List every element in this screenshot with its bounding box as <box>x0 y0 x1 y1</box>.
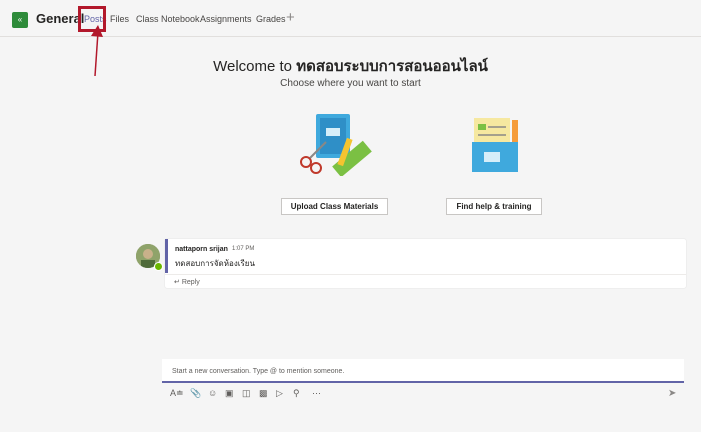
team-badge[interactable]: « <box>12 12 28 28</box>
attach-icon[interactable]: 📎 <box>190 388 201 399</box>
tab-assignments[interactable]: Assignments <box>200 14 252 24</box>
more-options-icon[interactable]: ⋯ <box>312 388 321 399</box>
post-author[interactable]: nattaporn srijan <box>175 246 228 253</box>
reply-label: Reply <box>181 279 200 286</box>
folder-documents-illustration <box>472 118 518 172</box>
notebook-scissors-illustration <box>300 114 372 176</box>
post-divider <box>165 274 686 275</box>
meet-now-icon[interactable]: ▩ <box>259 388 268 399</box>
team-name: ทดสอบระบบการสอนออนไลน์ <box>296 58 488 75</box>
praise-icon[interactable]: ⚲ <box>293 388 300 399</box>
find-help-training-button[interactable]: Find help & training <box>446 198 542 215</box>
tab-grades[interactable]: Grades <box>256 14 286 24</box>
presence-available-icon <box>154 262 163 271</box>
emoji-icon[interactable]: ☺ <box>208 388 217 398</box>
post-body: ทดสอบการจัดห้องเรียน <box>175 259 255 268</box>
send-icon[interactable]: ➤ <box>668 388 676 399</box>
post-accent-bar <box>165 239 168 273</box>
reply-icon: ↵ <box>174 279 180 286</box>
gif-icon[interactable]: ▣ <box>225 388 234 399</box>
post-time: 1:07 PM <box>232 246 255 252</box>
welcome-prefix: Welcome to <box>213 58 297 75</box>
reply-button[interactable]: ↵ Reply <box>174 278 200 286</box>
welcome-subtitle: Choose where you want to start <box>280 78 421 89</box>
compose-placeholder[interactable]: Start a new conversation. Type @ to ment… <box>172 368 344 375</box>
welcome-title: Welcome to ทดสอบระบบการสอนออนไลน์ <box>0 54 701 78</box>
tab-files[interactable]: Files <box>110 14 129 24</box>
upload-class-materials-button[interactable]: Upload Class Materials <box>281 198 388 215</box>
tab-class-notebook[interactable]: Class Notebook <box>136 14 200 24</box>
add-tab-icon[interactable]: + <box>286 9 295 26</box>
sticker-icon[interactable]: ◫ <box>242 388 251 399</box>
format-icon[interactable]: A≐ <box>170 388 184 399</box>
stream-icon[interactable]: ▷ <box>276 388 283 399</box>
